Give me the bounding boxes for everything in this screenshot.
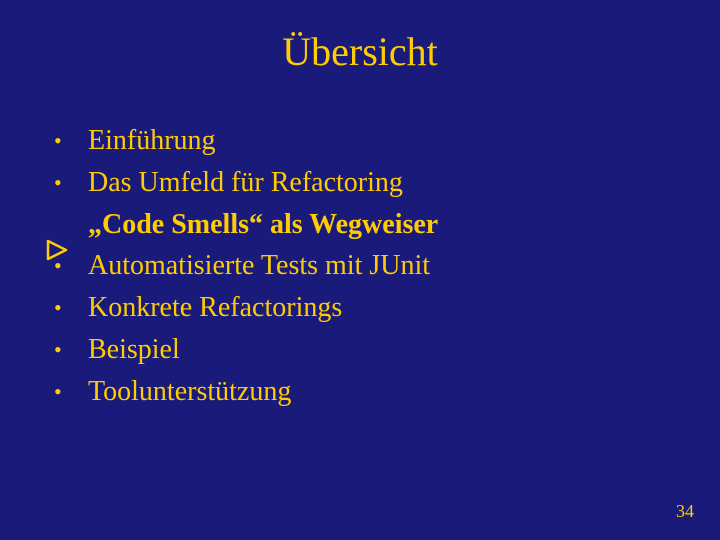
- bullet-list: • Einführung • Das Umfeld für Refactorin…: [54, 122, 680, 415]
- bullet-icon: •: [54, 168, 88, 198]
- list-item-current: „Code Smells“ als Wegweiser: [54, 206, 680, 244]
- bullet-icon: •: [54, 335, 88, 365]
- bullet-icon: •: [54, 293, 88, 323]
- bullet-icon: •: [54, 251, 88, 281]
- page-number: 34: [676, 501, 694, 522]
- slide-title: Übersicht: [0, 28, 720, 75]
- list-item-label: Das Umfeld für Refactoring: [88, 164, 403, 202]
- list-item-label: Beispiel: [88, 331, 180, 369]
- list-item-label: Einführung: [88, 122, 216, 160]
- list-item-label: Toolunterstützung: [88, 373, 291, 411]
- slide: Übersicht • Einführung • Das Umfeld für …: [0, 0, 720, 540]
- list-item-label: Automatisierte Tests mit JUnit: [88, 247, 430, 285]
- list-item: • Einführung: [54, 122, 680, 160]
- list-item-label: Konkrete Refactorings: [88, 289, 342, 327]
- list-item: • Beispiel: [54, 331, 680, 369]
- list-item: • Toolunterstützung: [54, 373, 680, 411]
- list-item: • Konkrete Refactorings: [54, 289, 680, 327]
- bullet-icon: •: [54, 377, 88, 407]
- list-item: • Das Umfeld für Refactoring: [54, 164, 680, 202]
- bullet-icon: •: [54, 126, 88, 156]
- list-item-label: „Code Smells“ als Wegweiser: [88, 206, 438, 244]
- list-item: • Automatisierte Tests mit JUnit: [54, 247, 680, 285]
